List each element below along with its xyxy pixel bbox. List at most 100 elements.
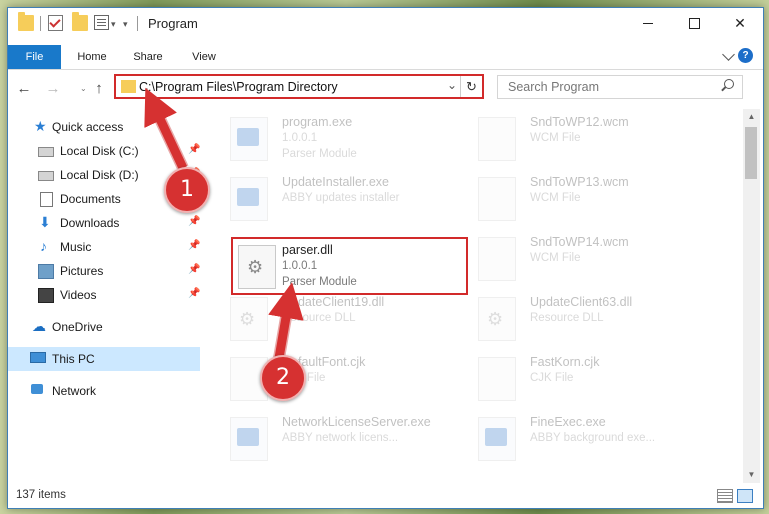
sidebar-item-label: Quick access <box>52 120 124 134</box>
tab-view[interactable]: View <box>184 45 224 69</box>
document-file-icon <box>478 117 516 161</box>
file-item-updateinstaller[interactable]: UpdateInstaller.exe ABBY updates install… <box>222 169 462 227</box>
file-item-updateclient19[interactable]: UpdateClient19.dll Resource DLL <box>222 289 462 347</box>
file-description: Resource DLL <box>530 312 604 324</box>
file-item-program-exe[interactable]: program.exe 1.0.0.1 Parser Module <box>222 109 462 167</box>
sidebar-item-network[interactable]: Network <box>8 379 200 403</box>
close-button[interactable]: ✕ <box>717 8 763 38</box>
details-view-icon[interactable] <box>717 489 733 503</box>
file-description: Parser Module <box>282 148 357 160</box>
file-item-updateclient63[interactable]: UpdateClient63.dll Resource DLL <box>470 289 710 347</box>
file-name: SndToWP12.wcm <box>530 115 629 129</box>
pin-icon[interactable]: 📌 <box>188 216 200 227</box>
vertical-scrollbar[interactable]: ▲ ▼ <box>743 109 760 483</box>
address-path[interactable]: C:\Program Files\Program Directory <box>139 80 338 94</box>
download-icon: ⬇ <box>39 214 51 230</box>
sidebar-item-label: Pictures <box>60 264 104 278</box>
file-name: NetworkLicenseServer.exe <box>282 415 431 429</box>
scroll-down-icon[interactable]: ▼ <box>743 467 760 483</box>
file-item-fineexec[interactable]: FineExec.exe ABBY background exe... <box>470 409 710 467</box>
music-icon: ♪ <box>40 238 47 254</box>
recent-locations-icon[interactable]: ⌄ <box>80 84 87 93</box>
large-icons-view-icon[interactable] <box>737 489 753 503</box>
maximize-button[interactable] <box>671 8 717 38</box>
file-name: SndToWP13.wcm <box>530 175 629 189</box>
pictures-icon <box>38 264 54 279</box>
file-name: UpdateInstaller.exe <box>282 175 390 189</box>
file-item-sndtowp12[interactable]: SndToWP12.wcm WCM File <box>470 109 710 167</box>
exe-file-icon <box>230 177 268 221</box>
search-icon[interactable] <box>724 79 734 89</box>
sidebar-item-label: Documents <box>60 192 121 206</box>
drive-icon <box>38 171 54 181</box>
step-2-badge: 2 <box>260 355 306 401</box>
file-description: Parser Module <box>282 276 357 288</box>
title-bar: ▾ ▾ Program ✕ <box>8 8 763 38</box>
sidebar-item-label: This PC <box>52 352 95 366</box>
pin-icon[interactable]: 📌 <box>188 264 200 275</box>
navigation-pane: ★ Quick access Local Disk (C:) 📌 Local D… <box>8 109 200 483</box>
new-folder-icon[interactable] <box>72 12 88 31</box>
file-item-networklicenseserver[interactable]: NetworkLicenseServer.exe ABBY network li… <box>222 409 462 467</box>
tab-home[interactable]: Home <box>70 45 114 69</box>
forward-button[interactable]: → <box>42 77 64 99</box>
sidebar-item-label: Music <box>60 240 92 254</box>
computer-icon <box>30 352 46 363</box>
sidebar-item-videos[interactable]: Videos 📌 <box>8 283 200 307</box>
sidebar-item-label: Downloads <box>60 216 120 230</box>
customize-dropdown-icon[interactable]: ▾ <box>123 19 128 30</box>
file-item-sndtowp14[interactable]: SndToWP14.wcm WCM File <box>470 229 710 287</box>
file-item-fastkorn[interactable]: FastKorn.cjk CJK File <box>470 349 710 407</box>
window-title: Program <box>148 16 198 31</box>
sidebar-item-downloads[interactable]: ⬇ Downloads 📌 <box>8 211 200 235</box>
help-icon[interactable]: ? <box>738 48 753 63</box>
sidebar-item-label: OneDrive <box>52 320 103 334</box>
sidebar-item-pictures[interactable]: Pictures 📌 <box>8 259 200 283</box>
address-bar[interactable]: C:\Program Files\Program Directory ⌄ ↻ <box>114 74 484 99</box>
status-bar: 137 items <box>8 484 763 508</box>
file-version: 1.0.0.1 <box>282 132 318 144</box>
exe-file-icon <box>478 417 516 461</box>
scrollbar-thumb[interactable] <box>745 127 757 179</box>
address-dropdown-icon[interactable]: ⌄ <box>447 78 457 92</box>
refresh-button[interactable]: ↻ <box>460 76 482 97</box>
file-type: WCM File <box>530 252 581 264</box>
expand-ribbon-icon[interactable] <box>722 48 735 61</box>
file-name: SndToWP14.wcm <box>530 235 629 249</box>
sidebar-item-this-pc[interactable]: This PC <box>8 347 200 371</box>
tab-file[interactable]: File <box>8 45 61 69</box>
file-type: WCM File <box>530 192 581 204</box>
exe-file-icon <box>230 117 268 161</box>
dll-file-icon <box>238 245 276 289</box>
divider <box>40 16 41 31</box>
sidebar-item-local-disk-c[interactable]: Local Disk (C:) 📌 <box>8 139 200 163</box>
pin-icon[interactable]: 📌 <box>188 288 200 299</box>
pin-icon[interactable]: 📌 <box>188 240 200 251</box>
file-item-defaultfont[interactable]: DefaultFont.cjk CJK File <box>222 349 462 407</box>
minimize-button[interactable] <box>625 8 671 38</box>
customize-icon[interactable] <box>94 15 109 30</box>
file-name: FastKorn.cjk <box>530 355 600 369</box>
search-placeholder: Search Program <box>508 80 600 94</box>
sidebar-item-onedrive[interactable]: ☁ OneDrive <box>8 315 200 339</box>
tab-share[interactable]: Share <box>128 45 168 69</box>
back-button[interactable]: ← <box>13 77 35 99</box>
file-item-parser-dll[interactable]: parser.dll 1.0.0.1 Parser Module <box>231 237 468 295</box>
document-file-icon <box>478 177 516 221</box>
file-item-sndtowp13[interactable]: SndToWP13.wcm WCM File <box>470 169 710 227</box>
folder-icon <box>121 80 136 93</box>
properties-check-icon[interactable] <box>48 15 63 31</box>
sidebar-item-quick-access[interactable]: ★ Quick access <box>8 115 200 139</box>
pin-icon[interactable]: 📌 <box>188 144 200 155</box>
file-name: parser.dll <box>282 243 333 257</box>
search-input[interactable]: Search Program <box>497 75 743 99</box>
ribbon-tabs: File Home Share View ? <box>8 45 763 70</box>
file-description: Resource DLL <box>282 312 356 324</box>
scroll-up-icon[interactable]: ▲ <box>743 109 760 125</box>
sidebar-item-label: Local Disk (C:) <box>60 144 139 158</box>
sidebar-item-music[interactable]: ♪ Music 📌 <box>8 235 200 259</box>
step-1-badge: 1 <box>164 167 210 213</box>
quick-access-dropdown-icon[interactable]: ▾ <box>111 19 116 30</box>
up-button[interactable]: ↑ <box>88 77 110 99</box>
folder-icon <box>18 12 34 31</box>
